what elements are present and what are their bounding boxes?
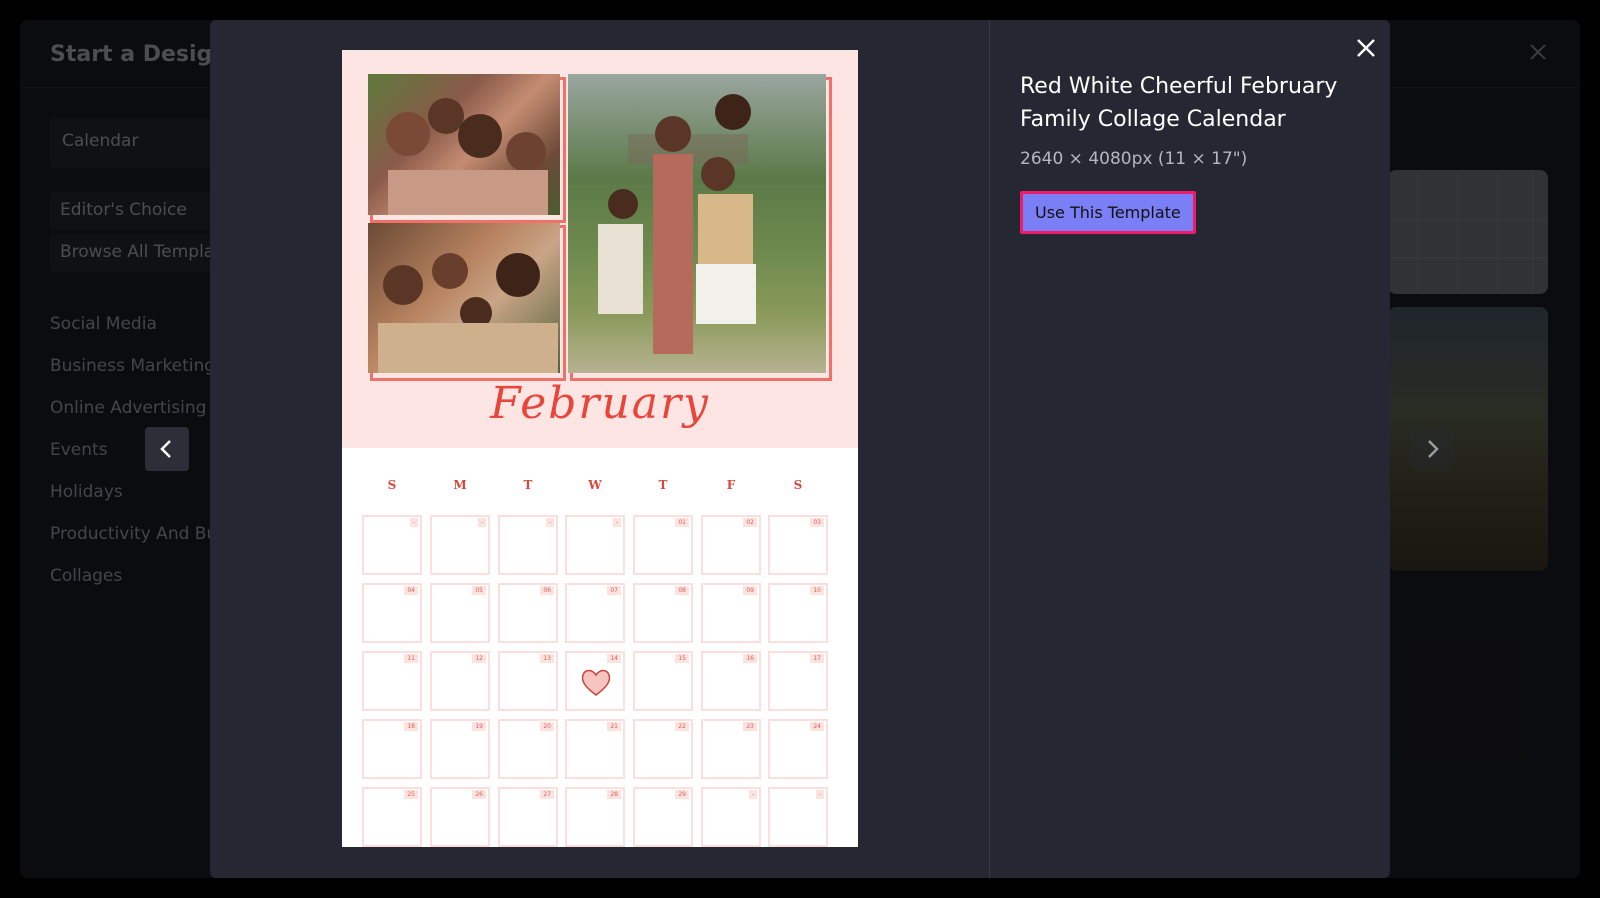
calendar-day-number: - bbox=[748, 790, 757, 799]
calendar-day-number: 01 bbox=[675, 518, 689, 527]
calendar-day-number: 02 bbox=[743, 518, 757, 527]
calendar-day-number: 09 bbox=[743, 586, 757, 595]
calendar-day-cell: 01 bbox=[633, 515, 693, 575]
calendar-day-cell: 13 bbox=[498, 651, 558, 711]
calendar-day-cell: 23 bbox=[701, 719, 761, 779]
template-info-panel: Red White Cheerful February Family Colla… bbox=[1020, 70, 1360, 234]
calendar-day-cell: 20 bbox=[498, 719, 558, 779]
calendar-day-cell: 27 bbox=[498, 787, 558, 847]
next-template-button[interactable] bbox=[1410, 427, 1454, 471]
weekday-label: T bbox=[658, 478, 668, 492]
calendar-day-cell: 29 bbox=[633, 787, 693, 847]
calendar-day-cell: - bbox=[768, 787, 828, 847]
calendar-month-title: February bbox=[490, 378, 710, 429]
calendar-day-number: 13 bbox=[540, 654, 554, 663]
calendar-day-cell: 16 bbox=[701, 651, 761, 711]
use-this-template-button[interactable]: Use This Template bbox=[1020, 191, 1196, 234]
weekday-label: W bbox=[588, 478, 602, 492]
family-photo-3 bbox=[568, 74, 826, 373]
calendar-day-number: 14 bbox=[607, 654, 621, 663]
calendar-day-cell: 07 bbox=[565, 583, 625, 643]
calendar-day-number: 20 bbox=[540, 722, 554, 731]
calendar-day-cell: 10 bbox=[768, 583, 828, 643]
calendar-day-number: - bbox=[409, 518, 418, 527]
calendar-day-cell: 21 bbox=[565, 719, 625, 779]
calendar-day-number: 22 bbox=[675, 722, 689, 731]
calendar-day-cell: 06 bbox=[498, 583, 558, 643]
template-preview-modal: February S M T W T F S - - - - 01 02 03 04 05 06 07 08 09 1… bbox=[210, 20, 1390, 878]
modal-divider bbox=[989, 20, 990, 878]
calendar-day-number: 25 bbox=[404, 790, 418, 799]
family-photo-1-figures bbox=[386, 98, 548, 215]
close-icon[interactable] bbox=[1352, 34, 1380, 62]
calendar-day-number: 24 bbox=[810, 722, 824, 731]
calendar-day-number: 29 bbox=[675, 790, 689, 799]
calendar-day-number: 26 bbox=[472, 790, 486, 799]
weekday-label: M bbox=[453, 478, 467, 492]
family-photo-3-figures bbox=[598, 94, 756, 354]
calendar-day-cell: 09 bbox=[701, 583, 761, 643]
previous-template-button[interactable] bbox=[145, 427, 189, 471]
calendar-day-cell: 19 bbox=[430, 719, 490, 779]
calendar-day-number: 05 bbox=[472, 586, 486, 595]
template-title: Red White Cheerful February Family Colla… bbox=[1020, 74, 1338, 132]
calendar-day-cell: 11 bbox=[362, 651, 422, 711]
weekday-label: S bbox=[793, 478, 803, 492]
calendar-day-number: 18 bbox=[404, 722, 418, 731]
calendar-day-number: 17 bbox=[810, 654, 824, 663]
calendar-day-cell: - bbox=[362, 515, 422, 575]
calendar-day-number: 07 bbox=[607, 586, 621, 595]
calendar-day-cell: 03 bbox=[768, 515, 828, 575]
calendar-day-number: 06 bbox=[540, 586, 554, 595]
calendar-day-number: - bbox=[815, 790, 824, 799]
calendar-day-number: 12 bbox=[472, 654, 486, 663]
calendar-day-number: 19 bbox=[472, 722, 486, 731]
calendar-day-number: 16 bbox=[743, 654, 757, 663]
weekday-label: T bbox=[523, 478, 533, 492]
weekday-label: S bbox=[387, 478, 397, 492]
calendar-day-number: - bbox=[477, 518, 486, 527]
calendar-day-cell: - bbox=[701, 787, 761, 847]
calendar-day-number: 23 bbox=[743, 722, 757, 731]
family-photo-2 bbox=[368, 223, 560, 373]
calendar-day-cell: - bbox=[430, 515, 490, 575]
calendar-day-cell: 24 bbox=[768, 719, 828, 779]
heart-icon bbox=[581, 669, 611, 696]
calendar-day-cell: 08 bbox=[633, 583, 693, 643]
calendar-day-number: 28 bbox=[607, 790, 621, 799]
calendar-day-cell: 14 bbox=[565, 651, 625, 711]
chevron-right-icon bbox=[1428, 440, 1439, 458]
calendar-day-number: - bbox=[545, 518, 554, 527]
calendar-day-number: - bbox=[612, 518, 621, 527]
calendar-day-number: 10 bbox=[810, 586, 824, 595]
calendar-day-cell: - bbox=[565, 515, 625, 575]
calendar-day-number: 11 bbox=[404, 654, 418, 663]
calendar-day-number: 21 bbox=[607, 722, 621, 731]
template-preview-image: February S M T W T F S - - - - 01 02 03 04 05 06 07 08 09 1… bbox=[342, 50, 858, 847]
calendar-day-number: 15 bbox=[675, 654, 689, 663]
calendar-day-cell: 05 bbox=[430, 583, 490, 643]
calendar-day-cell: - bbox=[498, 515, 558, 575]
weekday-label: F bbox=[726, 478, 736, 492]
calendar-day-number: 08 bbox=[675, 586, 689, 595]
calendar-day-number: 27 bbox=[540, 790, 554, 799]
template-dimensions: 2640 × 4080px (11 × 17") bbox=[1020, 149, 1248, 169]
calendar-day-number: 03 bbox=[810, 518, 824, 527]
calendar-day-number: 04 bbox=[404, 586, 418, 595]
calendar-day-cell: 15 bbox=[633, 651, 693, 711]
calendar-day-cell: 12 bbox=[430, 651, 490, 711]
calendar-day-cell: 26 bbox=[430, 787, 490, 847]
calendar-day-cell: 18 bbox=[362, 719, 422, 779]
calendar-day-cell: 22 bbox=[633, 719, 693, 779]
calendar-day-cell: 04 bbox=[362, 583, 422, 643]
calendar-day-cell: 02 bbox=[701, 515, 761, 575]
family-photo-1 bbox=[368, 74, 560, 215]
chevron-left-icon bbox=[160, 440, 171, 458]
family-photo-2-figures bbox=[378, 253, 558, 373]
calendar-day-cell: 25 bbox=[362, 787, 422, 847]
calendar-day-cell: 28 bbox=[565, 787, 625, 847]
calendar-day-cell: 17 bbox=[768, 651, 828, 711]
